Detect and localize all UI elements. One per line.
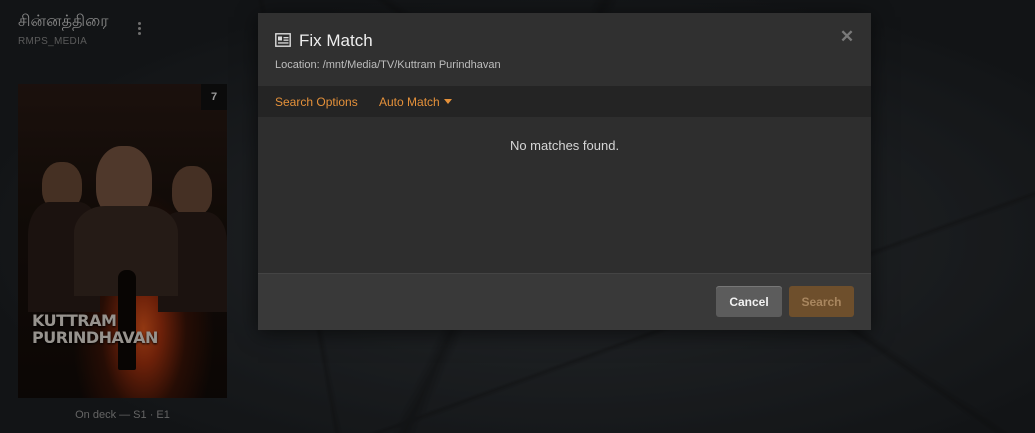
dialog-tabs: Search Options Auto Match: [258, 86, 871, 117]
no-matches-message: No matches found.: [509, 138, 620, 153]
dialog-header: Fix Match Location: /mnt/Media/TV/Kuttra…: [258, 13, 871, 86]
results-area: No matches found.: [258, 117, 871, 273]
location-path: Location: /mnt/Media/TV/Kuttram Purindha…: [275, 59, 501, 71]
cancel-button[interactable]: Cancel: [716, 286, 782, 317]
tab-search-options[interactable]: Search Options: [275, 95, 358, 109]
dialog-footer: Cancel Search: [258, 273, 871, 330]
tab-auto-match[interactable]: Auto Match: [379, 95, 452, 109]
chevron-down-icon: [443, 99, 452, 104]
id-card-icon: [275, 33, 291, 47]
close-icon[interactable]: ✕: [838, 28, 856, 46]
search-button[interactable]: Search: [789, 286, 854, 317]
fix-match-dialog: Fix Match Location: /mnt/Media/TV/Kuttra…: [258, 13, 871, 330]
dialog-title: Fix Match: [299, 31, 373, 50]
